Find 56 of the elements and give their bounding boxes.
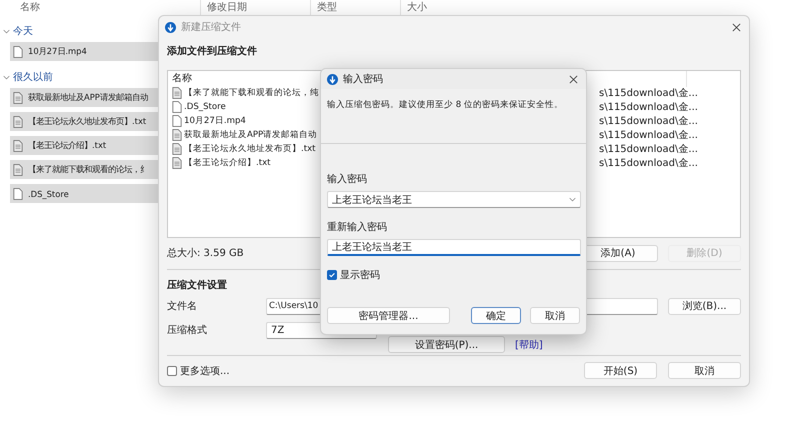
file-icon [172,101,182,113]
file-path: s\115download\金... [599,115,698,128]
checkbox[interactable] [167,366,177,376]
checkbox-label: 更多选项... [180,364,230,378]
file-icon [13,46,23,58]
file-row[interactable]: 【老王论坛永久地址发布页】.txt [10,112,158,131]
file-row[interactable]: 【来了就能下载和观看的论坛，纟 [10,160,158,179]
text-file-icon [172,129,182,141]
text-file-icon [13,164,23,176]
text-file-icon [172,87,182,99]
ok-button[interactable]: 确定 [471,307,521,324]
file-icon [172,115,182,127]
description-text: 输入压缩包密码。建议使用至少 8 位的密码来保证安全性。 [327,98,564,112]
group-header[interactable]: 今天 [13,24,33,38]
file-path: s\115download\金... [599,143,698,156]
password-manager-button[interactable]: 密码管理器... [327,307,450,324]
set-password-button[interactable]: 设置密码(P)... [388,336,505,353]
app-icon [327,74,338,84]
start-button[interactable]: 开始(S) [584,362,657,379]
field-label: 输入密码 [327,172,368,186]
file-row[interactable]: 获取最新地址及APP请发邮箱自动 [10,88,158,107]
checkbox-label: 显示密码 [340,268,380,282]
browse-button[interactable]: 浏览(B)... [668,298,741,314]
checkbox[interactable] [327,270,337,280]
text-file-icon [13,116,23,128]
text-file-icon [13,140,23,152]
help-link[interactable]: [帮助] [515,338,543,352]
text-file-icon [13,92,23,104]
file-path: s\115download\金... [599,157,698,170]
file-row[interactable]: .DS_Store [10,184,158,203]
app-icon [165,22,176,32]
cancel-button[interactable]: 取消 [530,307,580,324]
file-row[interactable]: 10月27日.mp4 [10,42,158,61]
field-label: 重新输入密码 [327,220,388,234]
password-field[interactable]: 上老王论坛当老王 [327,239,581,256]
close-icon[interactable] [732,22,741,32]
total-size: 总大小: 3.59 GB [167,246,244,260]
file-path: s\115download\金... [599,87,698,100]
file-path: s\115download\金... [599,101,698,114]
dropdown-icon [569,197,576,202]
section-heading: 压缩文件设置 [167,278,228,293]
text-file-icon [172,143,182,155]
field-label: 压缩格式 [167,324,208,338]
password-combobox[interactable]: 上老王论坛当老王 [327,191,581,208]
file-row[interactable]: 【老王论坛介绍】.txt [10,136,158,155]
column-header[interactable]: 大小 [401,0,447,16]
file-path: s\115download\金... [599,129,698,142]
group-header[interactable]: 很久以前 [13,70,53,84]
cancel-button[interactable]: 取消 [668,362,741,379]
window-title: 输入密码 [343,72,383,86]
close-icon[interactable] [569,74,578,84]
section-heading: 添加文件到压缩文件 [167,44,258,59]
field-label: 文件名 [167,300,198,313]
window-title: 新建压缩文件 [181,20,241,34]
text-file-icon [172,157,182,169]
file-icon [13,188,23,200]
